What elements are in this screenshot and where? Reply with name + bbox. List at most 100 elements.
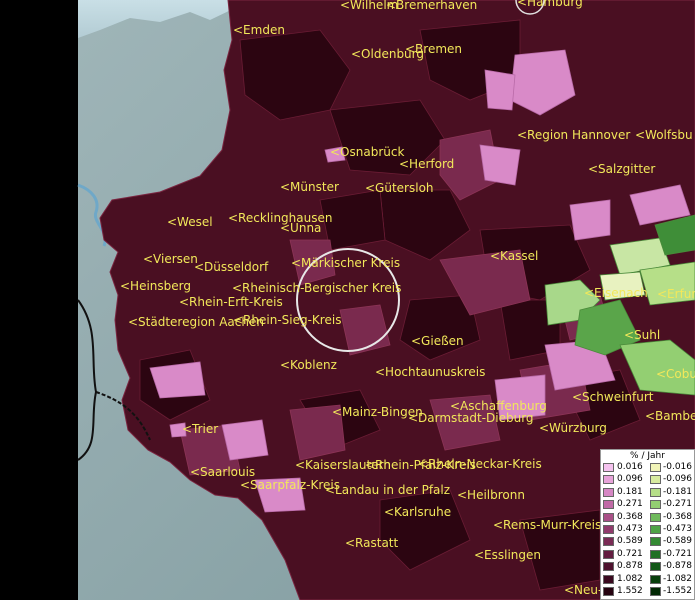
legend-title: % / Jahr — [630, 451, 665, 461]
legend-swatch-positive — [603, 525, 614, 534]
label-koblenz: <Koblenz — [280, 358, 337, 372]
label-rhein-sieg-kreis: <Rhein-Sieg-Kreis — [233, 313, 342, 327]
legend-row: 0.589 -0.589 — [603, 536, 695, 547]
label-bamberg: <Bambe — [645, 409, 695, 423]
label-heinsberg: <Heinsberg — [120, 279, 191, 293]
legend-swatch-negative — [650, 562, 661, 572]
legend-value-positive: 0.096 — [617, 474, 643, 485]
label-herford: <Herford — [399, 157, 455, 171]
label-viersen: <Viersen — [143, 252, 198, 266]
label-osnabrueck: <Osnabrück — [330, 145, 405, 159]
left-black-band — [0, 0, 78, 600]
legend-value-negative: -0.473 — [663, 524, 693, 534]
legend-value-negative: -0.016 — [663, 462, 693, 472]
label-maerkischer-kreis: <Märkischer Kreis — [291, 256, 401, 270]
legend-value-positive: 0.016 — [617, 462, 643, 472]
label-rastatt: <Rastatt — [345, 536, 399, 550]
label-kassel: <Kassel — [490, 249, 539, 263]
legend-row: 0.473 -0.473 — [603, 524, 695, 535]
legend-value-negative: -0.878 — [663, 561, 693, 572]
legend-value-negative: -0.368 — [663, 511, 693, 522]
label-eisenach: <Eisenach — [584, 286, 648, 300]
label-erfurt: <Erfurt — [657, 287, 695, 301]
label-rheinisch-bergischer-kreis: <Rheinisch-Bergischer Kreis — [232, 281, 402, 295]
legend-row: 0.368 -0.368 — [603, 512, 695, 523]
label-guetersloh: <Gütersloh — [365, 181, 434, 195]
legend-row: 1.082 -1.082 — [603, 574, 695, 585]
legend-swatch-negative — [650, 487, 661, 497]
label-neckar-kreis: <Rhein-Neckar-Kreis — [418, 457, 542, 471]
legend-row: 0.271 -0.271 — [603, 499, 695, 510]
legend-row: 0.181 -0.181 — [603, 487, 695, 498]
label-emden: <Emden — [233, 23, 285, 37]
legend-value-positive: 1.082 — [617, 573, 643, 584]
legend-swatch-positive — [603, 574, 614, 584]
legend-value-negative: -1.082 — [663, 573, 693, 584]
legend-swatch-positive — [603, 562, 614, 572]
label-wuerzburg: <Würzburg — [539, 421, 607, 435]
legend-swatch-positive — [603, 549, 614, 559]
label-unna: <Unna — [280, 221, 322, 235]
label-esslingen: <Esslingen — [474, 548, 542, 562]
legend-swatch-positive — [603, 463, 614, 472]
legend-swatch-negative — [650, 587, 661, 596]
legend-value-negative: -0.721 — [663, 548, 693, 559]
label-schweinfurt: <Schweinfurt — [572, 390, 654, 404]
label-karlsruhe: <Karlsruhe — [384, 505, 452, 519]
label-wesel: <Wesel — [167, 215, 213, 229]
legend-row: 1.552 -1.552 — [603, 586, 695, 597]
label-rhein-erft-kreis: <Rhein-Erft-Kreis — [179, 295, 283, 309]
legend-swatch-negative — [650, 549, 661, 559]
label-landau: <Landau in der Pfalz — [325, 483, 451, 497]
legend-swatch-positive — [603, 587, 614, 596]
legend-swatch-negative — [650, 574, 661, 584]
legend-swatch-positive — [603, 512, 614, 522]
label-hamburg: <Hamburg — [517, 0, 583, 9]
legend-value-positive: 0.271 — [617, 499, 643, 510]
legend-value-positive: 0.589 — [617, 536, 643, 547]
label-darmstadt-dieburg: <Darmstadt-Dieburg — [408, 411, 534, 425]
legend-value-positive: 0.181 — [617, 486, 643, 497]
legend-value-negative: -1.552 — [663, 586, 693, 596]
label-giessen: <Gießen — [411, 334, 464, 348]
label-saarlouis: <Saarlouis — [190, 465, 256, 479]
choropleth-map[interactable] — [0, 0, 695, 600]
legend-value-positive: 0.878 — [617, 561, 643, 572]
label-muenster: <Münster — [280, 180, 339, 194]
label-rems-murr-kreis: <Rems-Murr-Kreis — [493, 518, 602, 532]
label-bremerhaven: <Bremerhaven — [386, 0, 478, 12]
legend-value-negative: -0.096 — [663, 474, 693, 485]
legend-swatch-positive — [603, 500, 614, 510]
legend-swatch-positive — [603, 537, 614, 547]
legend-value-negative: -0.271 — [663, 499, 693, 510]
legend-swatch-positive — [603, 475, 614, 485]
label-heilbronn: <Heilbronn — [457, 488, 525, 502]
legend-row: 0.016 -0.016 — [603, 462, 695, 473]
label-coburg: <Cobu — [656, 367, 695, 381]
label-hochtaunuskreis: <Hochtaunuskreis — [375, 365, 486, 379]
label-neu: <Neu- — [564, 583, 603, 597]
label-wolfsburg: <Wolfsbu — [635, 128, 693, 142]
legend-row: 0.878 -0.878 — [603, 561, 695, 572]
legend-swatch-negative — [650, 537, 661, 547]
legend-swatch-negative — [650, 512, 661, 522]
legend-swatch-positive — [603, 487, 614, 497]
legend-swatch-negative — [650, 525, 661, 534]
legend-swatch-negative — [650, 475, 661, 485]
label-bremen: <Bremen — [405, 42, 463, 56]
label-duesseldorf: <Düsseldorf — [194, 260, 269, 274]
label-trier: <Trier — [182, 422, 219, 436]
legend-row: 0.096 -0.096 — [603, 474, 695, 485]
legend-swatch-negative — [650, 463, 661, 472]
label-salzgitter: <Salzgitter — [588, 162, 656, 176]
legend-value-negative: -0.181 — [663, 486, 693, 497]
label-region-hannover: <Region Hannover — [517, 128, 631, 142]
legend-value-positive: 0.473 — [617, 524, 643, 534]
map-legend: % / Jahr 0.016 -0.016 0.096 -0.096 0.181 -0.1… — [600, 449, 695, 600]
legend-value-positive: 0.721 — [617, 548, 643, 559]
label-suhl: <Suhl — [624, 328, 661, 342]
legend-value-positive: 0.368 — [617, 511, 643, 522]
legend-row: 0.721 -0.721 — [603, 549, 695, 560]
legend-value-positive: 1.552 — [617, 586, 643, 596]
legend-swatch-negative — [650, 500, 661, 510]
